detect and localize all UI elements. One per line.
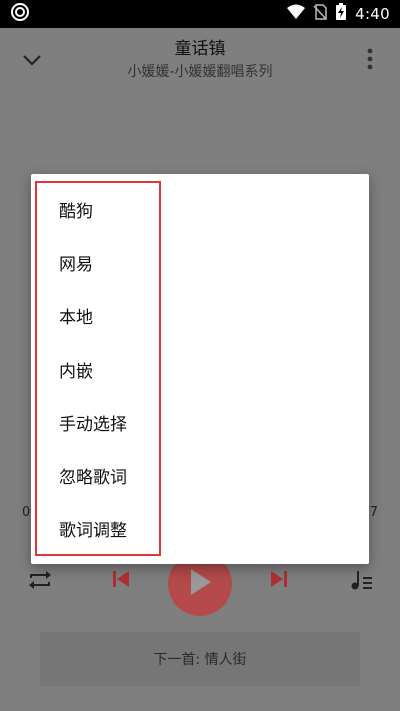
menu-item-manual-select[interactable]: 手动选择 xyxy=(31,396,369,449)
app-status-icon xyxy=(10,2,30,26)
lyrics-source-menu: 酷狗 网易 本地 内嵌 手动选择 忽略歌词 歌词调整 xyxy=(31,183,369,555)
menu-item-label: 手动选择 xyxy=(59,414,127,435)
menu-item-embedded[interactable]: 内嵌 xyxy=(31,343,369,396)
menu-item-label: 酷狗 xyxy=(59,202,93,223)
menu-item-local[interactable]: 本地 xyxy=(31,289,369,342)
wifi-icon xyxy=(287,4,306,24)
status-right: 4:40 xyxy=(287,3,390,25)
menu-item-ignore-lyrics[interactable]: 忽略歌词 xyxy=(31,449,369,502)
menu-item-label: 歌词调整 xyxy=(59,521,127,542)
status-bar: 4:40 xyxy=(0,0,400,28)
menu-item-lyrics-adjust[interactable]: 歌词调整 xyxy=(31,502,369,555)
menu-item-label: 忽略歌词 xyxy=(59,468,127,489)
no-sim-icon xyxy=(313,4,327,24)
battery-charging-icon xyxy=(335,3,347,25)
status-left xyxy=(10,2,30,26)
menu-item-label: 本地 xyxy=(59,308,93,329)
menu-item-label: 网易 xyxy=(59,255,93,276)
menu-item-netease[interactable]: 网易 xyxy=(31,236,369,289)
status-time: 4:40 xyxy=(355,5,390,23)
menu-item-label: 内嵌 xyxy=(59,361,93,382)
menu-item-kugou[interactable]: 酷狗 xyxy=(31,183,369,236)
